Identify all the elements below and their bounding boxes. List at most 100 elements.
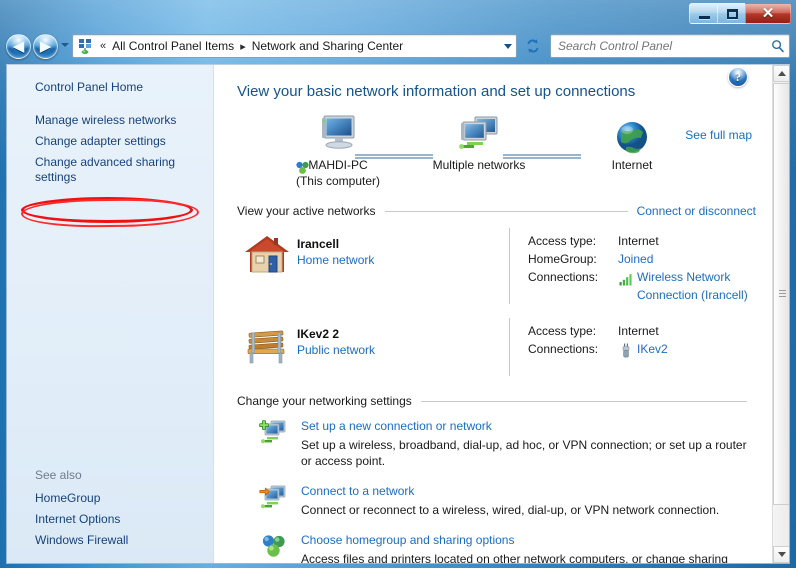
chevron-down-icon	[777, 552, 786, 557]
section-title: Change your networking settings	[237, 394, 412, 408]
client-area: Control Panel Home Manage wireless netwo…	[6, 64, 790, 564]
section-divider	[420, 400, 747, 402]
network-details: Access type: Internet Connections: IKev2	[509, 318, 756, 376]
active-networks-section-header: View your active networks Connect or dis…	[237, 204, 756, 218]
detail-row-connections: Connections:	[528, 268, 756, 304]
breadcrumb-separator-icon: ▸	[240, 40, 246, 53]
detail-value: Internet	[618, 234, 659, 248]
sidebar-item-change-advanced-sharing-settings[interactable]: Change advanced sharing settings	[7, 152, 214, 188]
wireless-connection-link[interactable]: Wireless Network Connection (Irancell)	[637, 268, 756, 304]
network-name-block: IKev2 2 Public network	[297, 318, 509, 359]
vpn-connection-link[interactable]: IKev2	[637, 340, 668, 358]
sidebar-item-change-adapter-settings[interactable]: Change adapter settings	[7, 131, 214, 152]
detail-key: HomeGroup:	[528, 252, 597, 266]
breadcrumb-overflow-icon[interactable]: «	[100, 40, 106, 52]
setting-title-link[interactable]: Set up a new connection or network	[301, 418, 756, 435]
network-type-link[interactable]: Home network	[297, 252, 509, 269]
wifi-signal-icon	[618, 270, 634, 286]
search-input[interactable]	[558, 39, 767, 53]
address-bar[interactable]: « All Control Panel Items ▸ Network and …	[72, 34, 517, 58]
breadcrumb-item-network-and-sharing-center[interactable]: Network and Sharing Center	[250, 38, 405, 54]
bench-icon[interactable]	[237, 318, 297, 372]
house-icon[interactable]	[237, 228, 297, 282]
detail-row-homegroup: HomeGroup: Joined	[528, 250, 756, 268]
maximize-button[interactable]	[717, 3, 746, 24]
navigation-bar: ◀ ▶ « All Control Panel Items ▸ Network …	[0, 30, 796, 64]
map-node-sublabel: (This computer)	[295, 174, 381, 188]
setting-item-choose-homegroup[interactable]: Choose homegroup and sharing options Acc…	[237, 532, 756, 563]
setting-item-setup-new-connection[interactable]: Set up a new connection or network Set u…	[237, 418, 756, 469]
active-network-entry: Irancell Home network Access type: Inter…	[237, 228, 756, 304]
networking-settings-section-header: Change your networking settings	[237, 394, 756, 408]
sidebar-item-homegroup[interactable]: HomeGroup	[7, 488, 214, 509]
help-button[interactable]: ?	[728, 67, 748, 87]
scrollbar-thumb[interactable]	[773, 83, 789, 505]
homegroup-icon	[255, 532, 293, 563]
help-icon: ?	[735, 70, 741, 84]
setting-title-link[interactable]: Connect to a network	[301, 483, 756, 500]
network-name: IKev2 2	[297, 327, 340, 341]
setting-item-connect-to-network[interactable]: Connect to a network Connect or reconnec…	[237, 483, 756, 518]
minimize-button[interactable]	[689, 3, 718, 24]
recent-pages-dropdown-icon[interactable]	[61, 43, 69, 47]
sidebar-task-group: Manage wireless networks Change adapter …	[7, 110, 214, 188]
multiple-networks-icon	[419, 110, 539, 156]
detail-value: Internet	[618, 324, 659, 338]
breadcrumb-item-all-control-panel-items[interactable]: All Control Panel Items	[110, 38, 236, 54]
map-node-multiple-networks[interactable]: Multiple networks	[419, 110, 539, 172]
content-pane: ? View your basic network information an…	[215, 65, 772, 563]
scrollbar-up-button[interactable]	[773, 65, 789, 82]
setting-title-link[interactable]: Choose homegroup and sharing options	[301, 532, 756, 549]
setting-text: Set up a new connection or network Set u…	[293, 418, 756, 469]
chevron-up-icon	[777, 71, 786, 76]
back-arrow-icon: ◀	[12, 38, 25, 55]
forward-button[interactable]: ▶	[33, 34, 58, 59]
detail-key: Access type:	[528, 324, 597, 338]
network-name: Irancell	[297, 237, 340, 251]
chevron-down-icon	[504, 43, 512, 49]
sidebar-top-group: Control Panel Home	[7, 77, 214, 98]
map-node-internet[interactable]: Internet	[577, 110, 687, 172]
search-icon[interactable]	[767, 35, 789, 57]
homegroup-joined-link[interactable]: Joined	[618, 250, 653, 268]
content-scroll-area: ? View your basic network information an…	[215, 65, 789, 563]
detail-key: Access type:	[528, 234, 597, 248]
sidebar-item-control-panel-home[interactable]: Control Panel Home	[7, 77, 214, 98]
scrollbar-down-button[interactable]	[773, 546, 789, 563]
connect-or-disconnect-link[interactable]: Connect or disconnect	[637, 204, 756, 218]
window-frame: ✕ ◀ ▶ « All Control Panel Items ▸ Networ…	[0, 0, 796, 568]
connect-network-icon	[255, 483, 293, 515]
globe-icon	[577, 110, 687, 156]
setting-text: Choose homegroup and sharing options Acc…	[293, 532, 756, 563]
network-sharing-center-icon	[77, 38, 93, 54]
vertical-scrollbar[interactable]	[772, 65, 789, 563]
network-badge-icon	[295, 160, 310, 175]
address-dropdown-button[interactable]	[500, 35, 516, 57]
detail-row-access-type: Access type: Internet	[528, 322, 756, 340]
close-icon: ✕	[761, 6, 775, 22]
sidebar-item-manage-wireless-networks[interactable]: Manage wireless networks	[7, 110, 214, 131]
sidebar: Control Panel Home Manage wireless netwo…	[7, 65, 215, 563]
minimize-icon	[699, 16, 710, 19]
network-type-link[interactable]: Public network	[297, 342, 509, 359]
search-box[interactable]	[550, 34, 790, 58]
sidebar-item-internet-options[interactable]: Internet Options	[7, 509, 214, 530]
setting-text: Connect to a network Connect or reconnec…	[293, 483, 756, 518]
detail-row-connections: Connections:	[528, 340, 756, 358]
section-title: View your active networks	[237, 204, 376, 218]
map-node-this-computer[interactable]: MAHDI-PC (This computer)	[273, 110, 403, 188]
network-map: MAHDI-PC (This computer) Multiple networ…	[237, 110, 756, 198]
close-button[interactable]: ✕	[745, 3, 791, 24]
title-bar: ✕	[0, 0, 796, 30]
computer-icon	[273, 110, 403, 156]
refresh-button[interactable]	[521, 34, 545, 58]
window-controls: ✕	[689, 3, 791, 25]
setting-description: Set up a wireless, broadband, dial-up, a…	[301, 438, 747, 468]
sidebar-item-windows-firewall[interactable]: Windows Firewall	[7, 530, 214, 551]
back-button[interactable]: ◀	[6, 34, 31, 59]
map-node-label: MAHDI-PC	[308, 158, 368, 172]
scrollbar-grip-icon	[779, 290, 786, 299]
vpn-plug-icon	[618, 342, 634, 358]
see-full-map-link[interactable]: See full map	[685, 128, 752, 142]
active-network-entry: IKev2 2 Public network Access type: Inte…	[237, 318, 756, 380]
